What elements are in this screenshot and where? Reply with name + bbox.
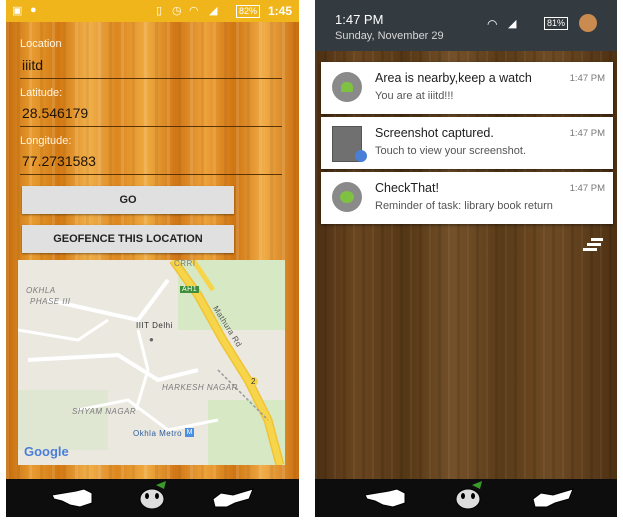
recents-hand-icon[interactable] — [209, 485, 255, 511]
notification-text: Reminder of task: library book return — [375, 200, 553, 212]
longitude-underline — [20, 174, 282, 175]
map-label-iiit-delhi: IIIT Delhi — [136, 321, 173, 330]
notification-title: CheckThat! — [375, 181, 439, 195]
map-label-okhla-metro: Okhla Metro — [133, 429, 183, 438]
geofence-location-button[interactable]: GEOFENCE THIS LOCATION — [22, 225, 234, 253]
latitude-field[interactable]: 28.546179 — [22, 105, 88, 121]
location-label: Location — [20, 38, 62, 50]
notification-time: 1:47 PM — [569, 183, 605, 194]
map-label-shyam-nagar: SHYAM NAGAR — [72, 407, 137, 416]
clear-all-icon[interactable] — [583, 238, 603, 254]
status-time: 1:45 — [267, 4, 292, 18]
bottom-navigation-bar — [6, 479, 299, 517]
bottom-navigation-bar — [315, 479, 617, 517]
latitude-label: Latitude: — [20, 87, 63, 99]
map-label-okhla: OKHLA — [26, 286, 56, 295]
go-button[interactable]: GO — [22, 186, 234, 214]
status-bar: ▣ ● ▯ ◷ ◠ ◢ 82% 1:45 — [6, 0, 299, 22]
android-app-icon — [332, 72, 362, 102]
notification-shade-header: 1:47 PM Sunday, November 29 ◠ ◢ 81% — [315, 0, 617, 51]
header-time: 1:47 PM — [335, 12, 384, 27]
screenshot-badge-icon — [355, 150, 367, 162]
wifi-icon: ◠ — [487, 17, 498, 31]
right-phone-screen: 1:47 PM Sunday, November 29 ◠ ◢ 81% Area… — [315, 0, 617, 517]
signal-icon: ◢ — [508, 18, 517, 30]
route-2-badge: 2 — [249, 377, 258, 386]
notification-title: Screenshot captured. — [375, 126, 494, 140]
battery-indicator: 81% — [544, 17, 569, 30]
notification-checkthat[interactable]: CheckThat! Reminder of task: library boo… — [321, 172, 613, 224]
place-marker-icon: ● — [149, 335, 154, 344]
notification-text: You are at iiitd!!! — [375, 90, 454, 102]
home-goofy-icon[interactable] — [134, 481, 170, 513]
header-date: Sunday, November 29 — [335, 30, 444, 42]
location-field[interactable]: iiitd — [22, 57, 43, 73]
ah1-route-badge: AH1 — [180, 286, 200, 293]
signal-icon: ◢ — [209, 5, 218, 17]
google-logo: Google — [24, 444, 69, 459]
notification-title: Area is nearby,keep a watch — [375, 71, 532, 85]
map-label-crri: CRRI — [174, 260, 196, 268]
notification-geofence[interactable]: Area is nearby,keep a watch You are at i… — [321, 62, 613, 114]
left-phone-screen: ▣ ● ▯ ◷ ◠ ◢ 82% 1:45 Location iiitd Lati… — [6, 0, 299, 517]
app-logo-icon — [332, 182, 362, 212]
map-label-harkesh-nagar: HARKESH NAGAR — [162, 383, 238, 392]
longitude-label: Longitude: — [20, 135, 72, 147]
map-label-phase: PHASE III — [30, 297, 71, 306]
battery-indicator: 82% — [235, 5, 260, 18]
circle-notification-icon: ● — [30, 4, 37, 16]
back-hand-icon[interactable] — [363, 485, 409, 511]
notification-text: Touch to view your screenshot. — [375, 145, 527, 157]
back-hand-icon[interactable] — [50, 485, 96, 511]
home-goofy-icon[interactable] — [450, 481, 486, 513]
user-avatar[interactable] — [579, 14, 597, 32]
gallery-notification-icon: ▣ — [12, 5, 23, 17]
recents-hand-icon[interactable] — [529, 485, 575, 511]
location-underline — [20, 78, 282, 79]
wifi-icon: ◠ — [189, 5, 199, 17]
latitude-underline — [20, 126, 282, 127]
notification-screenshot[interactable]: Screenshot captured. Touch to view your … — [321, 117, 613, 169]
vibrate-icon: ▯ — [156, 5, 163, 17]
map-view[interactable]: OKHLA PHASE III CRRI AH1 Mathura Rd IIIT… — [18, 260, 285, 465]
notification-time: 1:47 PM — [569, 128, 605, 139]
alarm-icon: ◷ — [172, 5, 182, 17]
notification-time: 1:47 PM — [569, 73, 605, 84]
metro-icon: M — [185, 428, 194, 437]
longitude-field[interactable]: 77.2731583 — [22, 153, 96, 169]
